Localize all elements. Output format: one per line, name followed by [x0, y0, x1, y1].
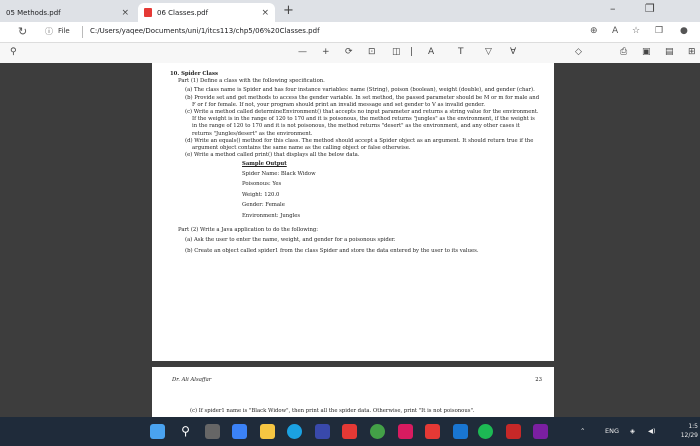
clock-date: 12/29	[680, 432, 698, 439]
spotify-icon[interactable]	[478, 424, 493, 439]
zoom-icon[interactable]: ⊕	[590, 26, 598, 36]
zoom-out-button[interactable]: —	[298, 47, 307, 57]
highlight-icon[interactable]: ▽	[485, 47, 492, 57]
clock-time: 1:5	[688, 423, 698, 430]
tab-classes-pdf[interactable]: 06 Classes.pdf ×	[138, 3, 275, 22]
part1-title: Part (1) Define a class with the followi…	[178, 78, 325, 85]
favorite-icon[interactable]: ☆	[632, 26, 640, 36]
text-icon[interactable]: T	[458, 47, 464, 57]
heading-title: Spider Class	[181, 71, 218, 77]
fit-page-icon[interactable]: ⊡	[368, 47, 376, 57]
address-bar: ↻ ⓘ File C:/Users/yaqee/Documents/uni/1/…	[0, 22, 700, 43]
app-icon[interactable]	[398, 424, 413, 439]
info-icon[interactable]: ⓘ	[45, 26, 53, 37]
language-indicator[interactable]: ENG	[605, 427, 619, 435]
part2-item-c: (c) If spider1 name is "Black Widow", th…	[190, 408, 475, 414]
footer-page-number: 23	[535, 377, 542, 383]
chat-icon[interactable]	[232, 424, 247, 439]
sample-line: Poisonous: Yes	[242, 181, 282, 188]
reload-icon[interactable]: ↻	[18, 25, 27, 38]
sample-line: Environment: Jungles	[242, 212, 301, 219]
url-field[interactable]: C:/Users/yaqee/Documents/uni/1/itcs113/c…	[90, 27, 320, 35]
page-indicator: |	[410, 47, 414, 57]
item-d: (d) Write an equals() method for this cl…	[185, 137, 534, 152]
read-aloud-icon[interactable]: A	[428, 47, 434, 57]
tab-label: 05 Methods.pdf	[6, 8, 61, 17]
part2-title: Part (2) Write a Java application to do …	[178, 227, 319, 234]
pdf-icon	[144, 8, 152, 17]
read-aloud-icon[interactable]: A	[612, 26, 618, 36]
part2-item-a: (a) Ask the user to enter the name, weig…	[185, 237, 396, 244]
sample-line: Weight: 120.0	[242, 191, 280, 198]
app-icon[interactable]	[533, 424, 548, 439]
store-icon[interactable]	[315, 424, 330, 439]
profile-icon[interactable]: ●	[680, 26, 688, 36]
file-explorer-icon[interactable]	[260, 424, 275, 439]
sample-line: Gender: Female	[242, 202, 285, 209]
save-as-icon[interactable]: ▤	[665, 47, 674, 57]
close-icon[interactable]: ×	[261, 8, 269, 18]
sample-output: Sample Output Spider Name: Black Widow P…	[242, 161, 540, 221]
app-icon[interactable]	[425, 424, 440, 439]
pdf-page-next: Dr. Ali Alsaffar 23 (c) If spider1 name …	[152, 367, 554, 417]
zoom-in-button[interactable]: +	[322, 47, 330, 57]
print-icon[interactable]: ⎙	[620, 47, 627, 57]
task-view-icon[interactable]	[205, 424, 220, 439]
wifi-icon[interactable]: ◈	[630, 427, 635, 435]
item-c: (c) Write a method called determineEnvir…	[185, 109, 539, 137]
site-label: File	[58, 27, 70, 35]
divider	[82, 26, 83, 38]
new-tab-button[interactable]: +	[283, 3, 294, 18]
chevron-up-icon[interactable]: ⌃	[580, 427, 585, 435]
collections-icon[interactable]: ❒	[655, 26, 663, 36]
rotate-icon[interactable]: ⟳	[345, 47, 353, 57]
app-icon[interactable]	[453, 424, 468, 439]
start-icon[interactable]	[150, 424, 165, 439]
search-icon[interactable]: ⚲	[10, 47, 17, 57]
footer-author: Dr. Ali Alsaffar	[172, 377, 212, 383]
item-a: (a) The class name is Spider and has fou…	[185, 87, 535, 94]
app-icon[interactable]	[342, 424, 357, 439]
page-footer: Dr. Ali Alsaffar 23	[172, 377, 542, 383]
chrome-icon[interactable]	[370, 424, 385, 439]
restore-button[interactable]: ❐	[645, 2, 655, 15]
close-icon[interactable]: ×	[121, 8, 129, 18]
draw-icon[interactable]: ∀	[510, 47, 516, 57]
pdf-page: 10. Spider Class Part (1) Define a class…	[152, 63, 554, 361]
page-view-icon[interactable]: ◫	[392, 47, 401, 57]
app-icon[interactable]	[506, 424, 521, 439]
pin-icon[interactable]: ⊞	[688, 47, 696, 57]
page-content: 10. Spider Class Part (1) Define a class…	[170, 71, 540, 255]
sample-line: Spider Name: Black Widow	[242, 170, 316, 177]
save-icon[interactable]: ▣	[642, 47, 651, 57]
edge-icon[interactable]	[287, 424, 302, 439]
part2-item-b: (b) Create an object called spider1 from…	[185, 247, 479, 254]
item-b: (b) Provide set and get methods to acces…	[185, 94, 540, 108]
windows-taskbar: ⚲ ⌃ ENG ◈ ◀) 1:5 12/29	[0, 417, 700, 446]
heading-number: 10.	[170, 71, 180, 77]
tab-strip: 05 Methods.pdf × 06 Classes.pdf × + – ❐	[0, 0, 700, 22]
search-icon[interactable]: ⚲	[178, 424, 193, 439]
minimize-button[interactable]: –	[610, 2, 616, 15]
pdf-viewer: 10. Spider Class Part (1) Define a class…	[0, 63, 700, 417]
clock[interactable]: 1:5 12/29	[676, 422, 698, 440]
volume-icon[interactable]: ◀)	[648, 427, 656, 435]
pdf-toolbar: ⚲ — + ⟳ ⊡ ◫ | A T ▽ ∀ ◇ ⎙ ▣ ▤ ⊞	[0, 43, 700, 64]
tab-label: 06 Classes.pdf	[157, 8, 209, 17]
tab-methods-pdf[interactable]: 05 Methods.pdf ×	[0, 3, 135, 22]
item-e: (e) Write a method called print() that d…	[185, 152, 360, 159]
erase-icon[interactable]: ◇	[575, 47, 582, 57]
sample-title: Sample Output	[242, 161, 287, 168]
